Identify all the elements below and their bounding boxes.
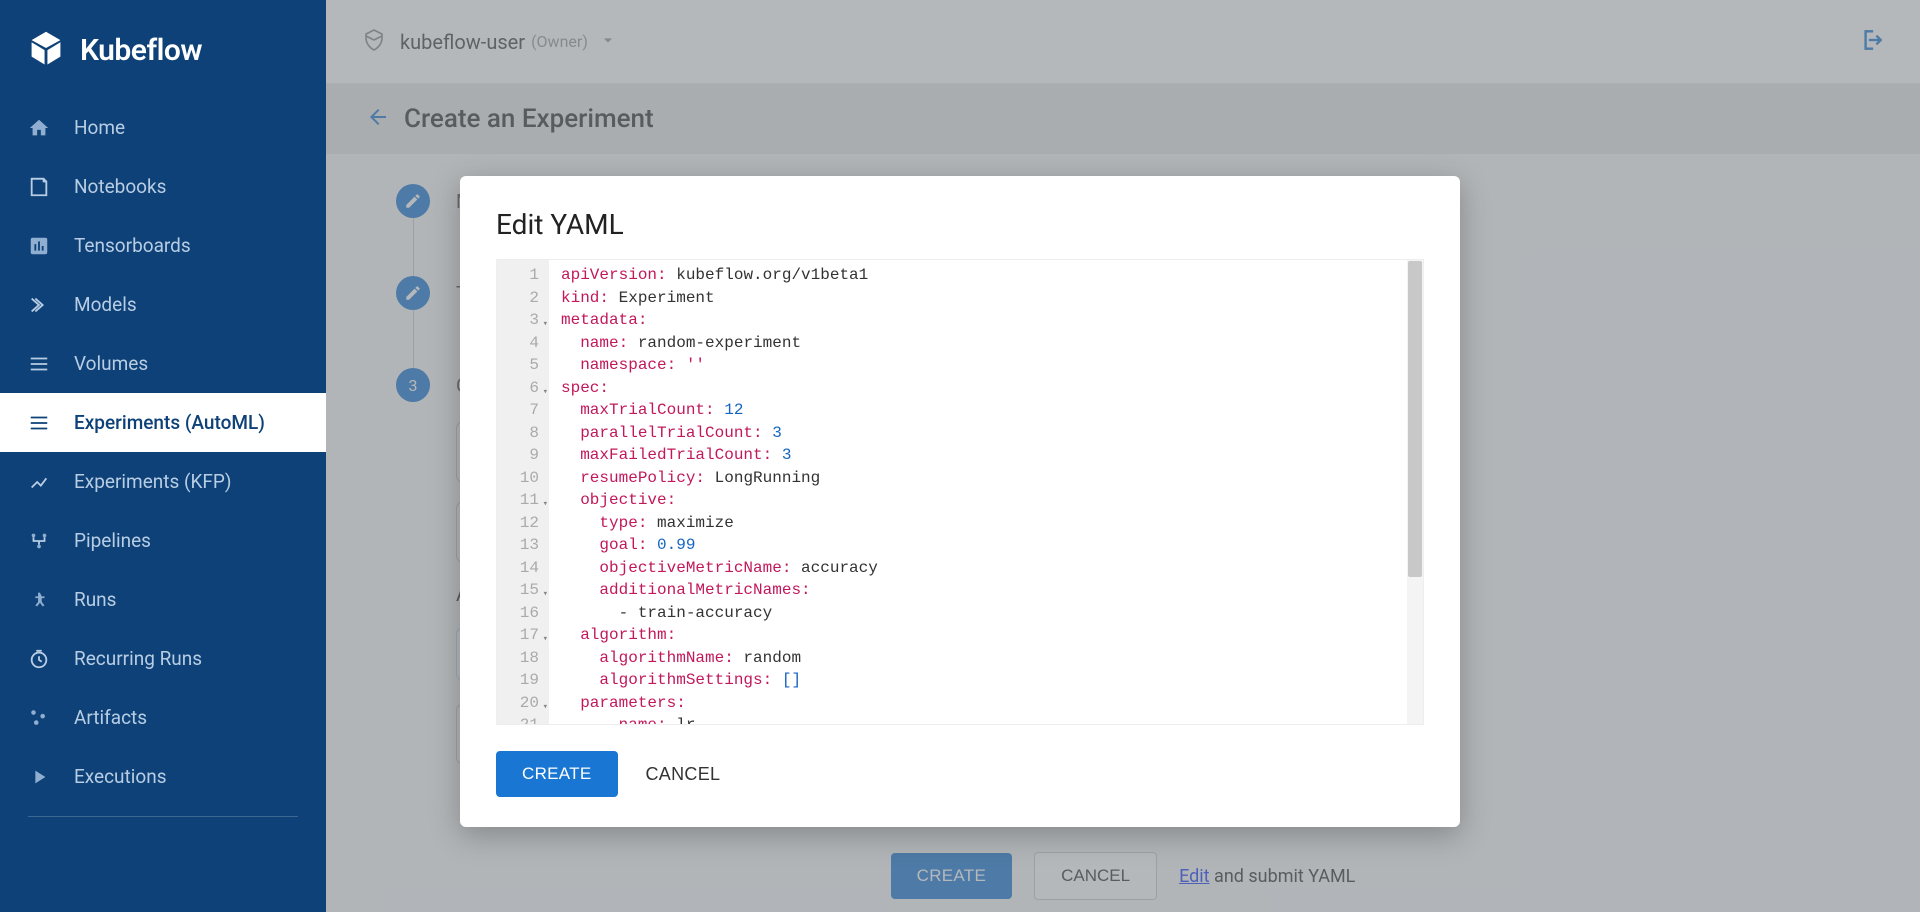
nav-label: Recurring Runs xyxy=(74,647,202,670)
editor-code[interactable]: apiVersion: kubeflow.org/v1beta1kind: Ex… xyxy=(549,260,1423,724)
nav-divider xyxy=(28,816,298,817)
nav-icon xyxy=(28,412,50,434)
sidebar-item-notebooks[interactable]: Notebooks xyxy=(0,157,326,216)
logo: Kubeflow xyxy=(0,20,326,98)
edit-yaml-modal: Edit YAML 123456789101112131415161718192… xyxy=(460,176,1460,827)
editor-gutter: 1234567891011121314151617181920212223242… xyxy=(497,260,549,724)
nav-icon xyxy=(28,707,50,729)
nav-label: Artifacts xyxy=(74,706,147,729)
yaml-editor[interactable]: 1234567891011121314151617181920212223242… xyxy=(496,259,1424,725)
nav: Home Notebooks Tensorboards Models Volumes Ex… xyxy=(0,98,326,806)
nav-label: Models xyxy=(74,293,137,316)
sidebar-item-recurring-runs[interactable]: Recurring Runs xyxy=(0,629,326,688)
nav-icon xyxy=(28,471,50,493)
nav-icon xyxy=(28,589,50,611)
nav-label: Volumes xyxy=(74,352,148,375)
sidebar-item-runs[interactable]: Runs xyxy=(0,570,326,629)
nav-icon xyxy=(28,766,50,788)
sidebar-item-experiments-automl-[interactable]: Experiments (AutoML) xyxy=(0,393,326,452)
sidebar: Kubeflow Home Notebooks Tensorboards Models… xyxy=(0,0,326,912)
nav-icon xyxy=(28,176,50,198)
modal-create-button[interactable]: CREATE xyxy=(496,751,618,797)
editor-scrollbar[interactable] xyxy=(1407,260,1423,724)
kubeflow-logo-icon xyxy=(28,30,64,70)
nav-label: Tensorboards xyxy=(74,234,191,257)
sidebar-item-experiments-kfp-[interactable]: Experiments (KFP) xyxy=(0,452,326,511)
modal-cancel-button[interactable]: CANCEL xyxy=(646,764,721,785)
nav-label: Notebooks xyxy=(74,175,166,198)
sidebar-item-executions[interactable]: Executions xyxy=(0,747,326,806)
nav-icon xyxy=(28,117,50,139)
nav-label: Home xyxy=(74,116,125,139)
nav-label: Experiments (AutoML) xyxy=(74,411,265,434)
brand-text: Kubeflow xyxy=(80,33,202,68)
nav-label: Executions xyxy=(74,765,167,788)
sidebar-item-artifacts[interactable]: Artifacts xyxy=(0,688,326,747)
editor-scrollbar-thumb[interactable] xyxy=(1408,261,1422,577)
nav-label: Runs xyxy=(74,588,116,611)
modal-title: Edit YAML xyxy=(496,208,1424,241)
sidebar-item-models[interactable]: Models xyxy=(0,275,326,334)
sidebar-item-volumes[interactable]: Volumes xyxy=(0,334,326,393)
nav-icon xyxy=(28,648,50,670)
nav-label: Pipelines xyxy=(74,529,151,552)
sidebar-item-home[interactable]: Home xyxy=(0,98,326,157)
nav-icon xyxy=(28,353,50,375)
sidebar-item-tensorboards[interactable]: Tensorboards xyxy=(0,216,326,275)
nav-label: Experiments (KFP) xyxy=(74,470,232,493)
nav-icon xyxy=(28,530,50,552)
nav-icon xyxy=(28,235,50,257)
sidebar-item-pipelines[interactable]: Pipelines xyxy=(0,511,326,570)
nav-icon xyxy=(28,294,50,316)
